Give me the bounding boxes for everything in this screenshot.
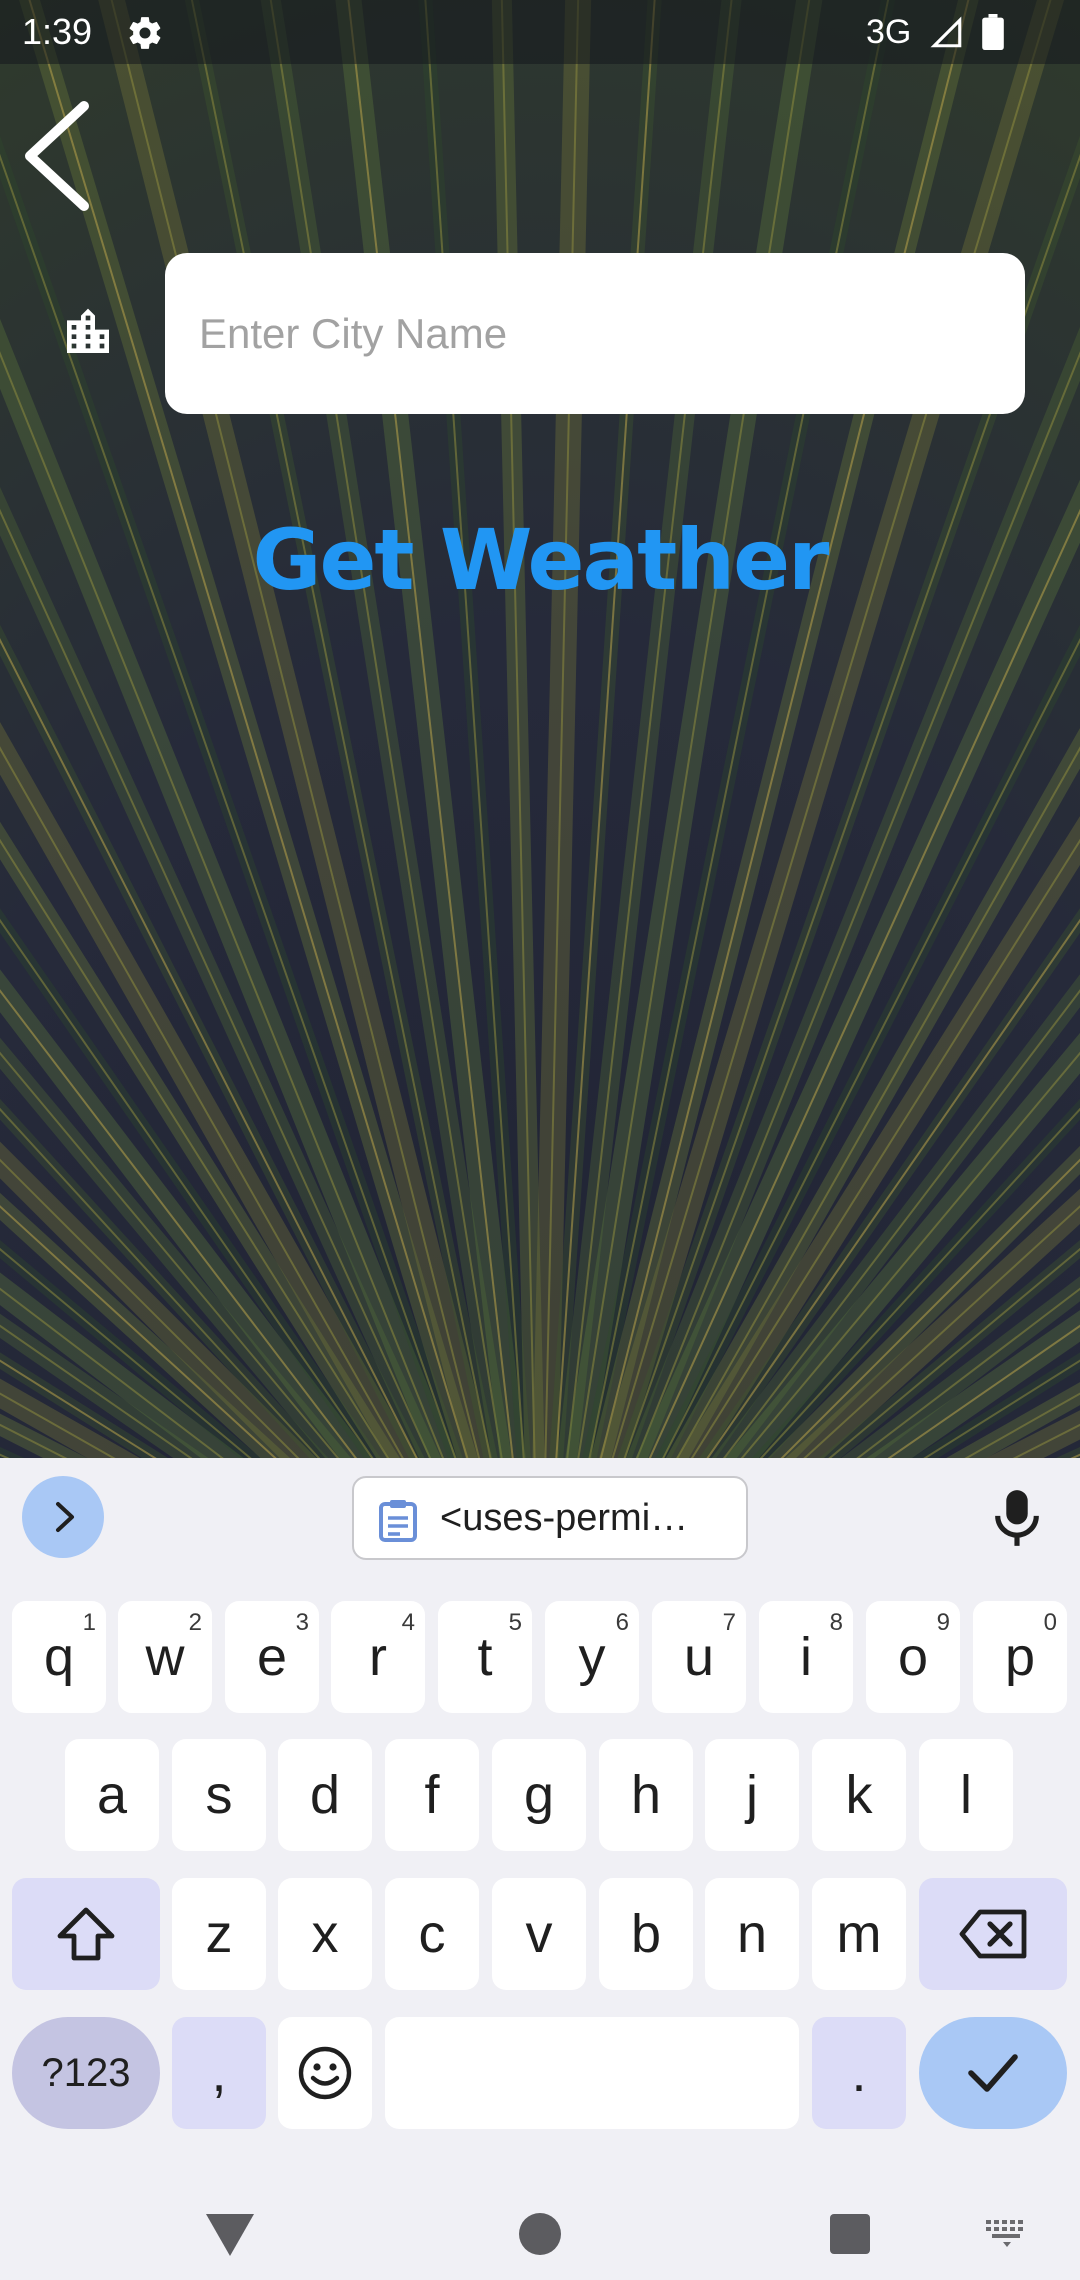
city-name-input[interactable] <box>165 253 1025 414</box>
soft-keyboard: <uses-permi… q1 w2 e3 r4 t5 y6 u7 i8 o9 … <box>0 1458 1080 2184</box>
key-h[interactable]: h <box>599 1739 693 1851</box>
keyboard-toolbar: <uses-permi… <box>0 1458 1080 1576</box>
key-label: y <box>578 1627 606 1687</box>
shift-key[interactable] <box>12 1878 160 1990</box>
key-label: q <box>43 1627 75 1687</box>
signal-icon <box>930 16 962 48</box>
shift-icon <box>57 1907 115 1961</box>
emoji-key[interactable] <box>278 2017 372 2129</box>
key-a[interactable]: a <box>65 1739 159 1851</box>
key-q[interactable]: q1 <box>12 1601 106 1713</box>
key-g[interactable]: g <box>492 1739 586 1851</box>
key-j[interactable]: j <box>705 1739 799 1851</box>
battery-icon <box>982 14 1004 50</box>
system-nav-bar <box>0 2184 1080 2280</box>
key-hint: 7 <box>722 1609 736 1636</box>
key-y[interactable]: y6 <box>545 1601 639 1713</box>
city-input-container <box>165 253 1025 414</box>
enter-key[interactable] <box>919 2017 1067 2129</box>
checkmark-icon <box>968 2054 1018 2092</box>
chevron-right-icon <box>56 1502 74 1532</box>
status-time: 1:39 <box>22 11 93 52</box>
nav-home-icon[interactable] <box>518 2212 562 2256</box>
key-b[interactable]: b <box>599 1878 693 1990</box>
key-hint: 2 <box>188 1609 202 1636</box>
keyboard-expand-button[interactable] <box>22 1476 104 1558</box>
key-r[interactable]: r4 <box>331 1601 425 1713</box>
key-hint: 6 <box>615 1609 629 1636</box>
key-label: i <box>800 1627 812 1687</box>
city-buildings-icon <box>67 308 109 353</box>
comma-key[interactable]: , <box>172 2017 266 2129</box>
key-label: o <box>897 1627 929 1687</box>
key-f[interactable]: f <box>385 1739 479 1851</box>
key-m[interactable]: m <box>812 1878 906 1990</box>
gear-icon <box>129 17 161 49</box>
key-p[interactable]: p0 <box>973 1601 1067 1713</box>
mic-icon[interactable] <box>990 1488 1044 1548</box>
key-label: e <box>256 1627 288 1687</box>
key-label: u <box>683 1627 715 1687</box>
clipboard-suggestion-chip[interactable]: <uses-permi… <box>352 1476 748 1560</box>
backspace-icon <box>959 1909 1027 1959</box>
symbols-key[interactable]: ?123 <box>12 2017 160 2129</box>
key-hint: 4 <box>401 1609 415 1636</box>
key-label: p <box>1004 1627 1036 1687</box>
key-hint: 5 <box>508 1609 522 1636</box>
key-l[interactable]: l <box>919 1739 1013 1851</box>
backspace-key[interactable] <box>919 1878 1067 1990</box>
key-e[interactable]: e3 <box>225 1601 319 1713</box>
key-label: t <box>477 1627 493 1687</box>
key-label: r <box>369 1627 387 1687</box>
key-hint: 8 <box>829 1609 843 1636</box>
status-bar: 1:39 3G <box>0 0 1080 64</box>
key-t[interactable]: t5 <box>438 1601 532 1713</box>
key-z[interactable]: z <box>172 1878 266 1990</box>
space-key[interactable] <box>385 2017 799 2129</box>
key-o[interactable]: o9 <box>866 1601 960 1713</box>
network-type: 3G <box>866 13 912 51</box>
key-n[interactable]: n <box>705 1878 799 1990</box>
emoji-icon <box>298 2046 352 2100</box>
clipboard-suggestion-text: <uses-permi… <box>440 1497 689 1539</box>
key-hint: 9 <box>936 1609 950 1636</box>
clipboard-icon <box>379 1500 417 1542</box>
nav-recents-icon[interactable] <box>828 2212 872 2256</box>
period-key[interactable]: . <box>812 2017 906 2129</box>
key-c[interactable]: c <box>385 1878 479 1990</box>
key-w[interactable]: w2 <box>118 1601 212 1713</box>
chevron-left-icon[interactable] <box>14 96 104 216</box>
key-v[interactable]: v <box>492 1878 586 1990</box>
get-weather-button[interactable]: Get Weather <box>160 500 920 620</box>
key-s[interactable]: s <box>172 1739 266 1851</box>
key-label: w <box>145 1627 185 1687</box>
key-k[interactable]: k <box>812 1739 906 1851</box>
key-d[interactable]: d <box>278 1739 372 1851</box>
nav-back-icon[interactable] <box>204 2212 256 2258</box>
weather-app-screen: 1:39 3G Get Weather <box>0 0 1080 1458</box>
key-hint: 0 <box>1043 1609 1057 1636</box>
palm-leaf-background <box>0 0 1080 1458</box>
key-u[interactable]: u7 <box>652 1601 746 1713</box>
key-x[interactable]: x <box>278 1878 372 1990</box>
key-hint: 3 <box>295 1609 309 1636</box>
keyboard-switch-icon[interactable] <box>984 2218 1030 2248</box>
key-hint: 1 <box>82 1609 96 1636</box>
key-i[interactable]: i8 <box>759 1601 853 1713</box>
